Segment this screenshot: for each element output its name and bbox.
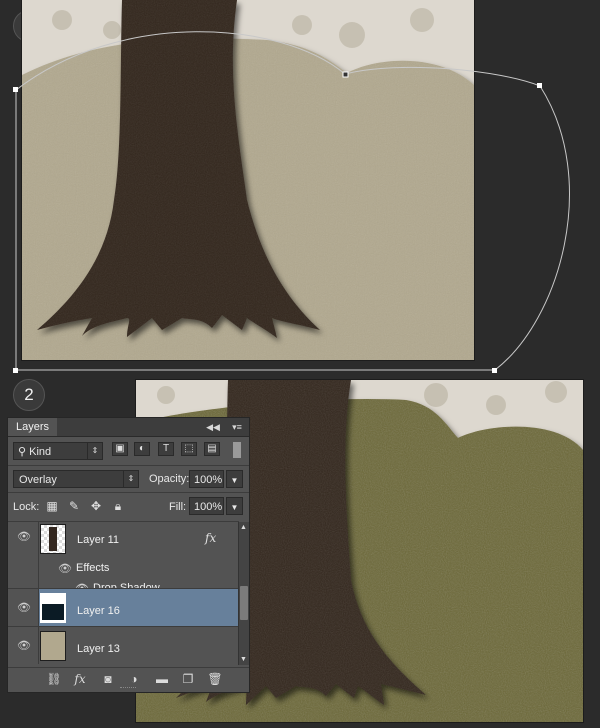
lock-row: Lock: ▦ ✎ ✥ 🔒︎ Fill: 100% ▼ xyxy=(8,492,249,519)
blend-row: Overlay ⇕ Opacity: 100% ▼ xyxy=(8,465,249,490)
filter-kind-select[interactable]: ⚲ Kind ⇕ xyxy=(13,442,103,460)
visibility-column xyxy=(8,559,39,579)
delete-icon[interactable]: 🗑︎ xyxy=(207,672,223,686)
layer-name: Layer 11 xyxy=(77,534,119,546)
panel-menu-icon[interactable]: ▾≡ xyxy=(230,421,244,433)
tab-layers[interactable]: Layers xyxy=(8,418,58,436)
lock-all-icon[interactable]: 🔒︎ xyxy=(111,499,125,513)
updown-arrows-icon: ⇕ xyxy=(87,443,102,459)
anchor-point[interactable] xyxy=(492,368,497,373)
scroll-up-icon[interactable]: ▲ xyxy=(240,524,247,531)
chevron-down-icon: ▼ xyxy=(230,476,239,485)
opacity-dropdown[interactable]: ▼ xyxy=(226,470,243,488)
shape-filter-icon[interactable]: ⬚ xyxy=(181,442,197,456)
layers-footer: ⛓ fx ◙ ◑ ▬ ❐ 🗑︎ xyxy=(8,667,249,692)
eye-icon[interactable]: 👁︎ xyxy=(17,603,31,614)
lock-move-icon[interactable]: ✥ xyxy=(89,499,103,513)
effects-label: Effects xyxy=(76,562,110,574)
scroll-down-icon[interactable]: ▼ xyxy=(240,656,247,663)
adjustment-filter-icon[interactable]: ◐ xyxy=(134,442,150,456)
fx-badge[interactable]: fx xyxy=(205,531,216,545)
filter-row: ⚲ Kind ⇕ ▣ ◐ T ⬚ ▤ xyxy=(8,440,249,462)
anchor-point[interactable] xyxy=(537,83,542,88)
fill-value: 100% xyxy=(194,501,223,513)
fx-icon[interactable]: fx xyxy=(72,672,88,686)
layer-name: Layer 13 xyxy=(77,643,120,655)
effects-row[interactable]: 👁︎ Effects xyxy=(8,559,239,579)
eye-icon[interactable]: 👁︎ xyxy=(58,564,72,575)
layer-row-layer-11[interactable]: 👁︎ Layer 11 fx xyxy=(8,521,239,559)
adjustment-layer-icon[interactable]: ◑ xyxy=(126,672,142,686)
type-filter-icon[interactable]: T xyxy=(158,442,174,456)
fill-input[interactable]: 100% xyxy=(189,497,224,515)
lock-brush-icon[interactable]: ✎ xyxy=(67,499,81,513)
layer-thumbnail xyxy=(40,524,66,554)
new-layer-icon[interactable]: ❐ xyxy=(180,672,196,686)
filter-kind-label: Kind xyxy=(29,446,52,458)
double-chevron-left-icon[interactable]: ◀◀ xyxy=(206,421,220,433)
anchor-point[interactable] xyxy=(13,87,18,92)
smart-object-filter-icon[interactable]: ▤ xyxy=(204,442,220,456)
anchor-point[interactable] xyxy=(13,368,18,373)
lock-transparent-icon[interactable]: ▦ xyxy=(45,499,59,513)
layer-thumbnail xyxy=(40,593,66,623)
link-layers-icon[interactable]: ⛓ xyxy=(46,672,62,686)
layers-panel: Layers ◀◀ ▾≡ ⚲ Kind ⇕ ▣ ◐ T ⬚ ▤ Overlay … xyxy=(7,417,250,693)
layers-scrollbar[interactable]: ▲ ▼ xyxy=(238,522,249,665)
layer-thumbnail xyxy=(40,631,66,661)
chevron-down-icon: ▼ xyxy=(230,503,239,512)
step-2-number: 2 xyxy=(24,385,34,404)
anchor-point[interactable] xyxy=(342,71,349,78)
opacity-input[interactable]: 100% xyxy=(189,470,224,488)
pen-path-outline xyxy=(13,31,570,373)
opacity-label: Opacity: xyxy=(149,473,190,485)
blend-mode-value: Overlay xyxy=(19,474,57,486)
fill-dropdown[interactable]: ▼ xyxy=(226,497,243,515)
panel-tab-bar: Layers ◀◀ ▾≡ xyxy=(8,418,249,437)
lock-label: Lock: xyxy=(13,501,40,513)
filter-toggle[interactable] xyxy=(233,442,241,458)
layer-row-layer-16[interactable]: 👁︎ Layer 16 xyxy=(8,588,239,626)
eye-icon[interactable]: 👁︎ xyxy=(17,532,31,543)
search-icon: ⚲ xyxy=(18,446,27,458)
new-group-icon[interactable]: ▬ xyxy=(154,672,170,686)
eye-icon[interactable]: 👁︎ xyxy=(17,641,31,652)
scroll-thumb[interactable] xyxy=(240,586,248,620)
resize-grip[interactable] xyxy=(120,687,136,691)
updown-arrows-icon: ⇕ xyxy=(123,471,138,487)
layer-name: Layer 16 xyxy=(77,605,120,617)
add-mask-icon[interactable]: ◙ xyxy=(100,672,116,686)
image-filter-icon[interactable]: ▣ xyxy=(112,442,128,456)
layer-row-layer-13[interactable]: 👁︎ Layer 13 xyxy=(8,626,239,664)
blend-mode-select[interactable]: Overlay ⇕ xyxy=(13,470,139,488)
opacity-value: 100% xyxy=(194,474,223,486)
fill-label: Fill: xyxy=(169,501,187,513)
step-2-badge: 2 xyxy=(13,379,45,411)
